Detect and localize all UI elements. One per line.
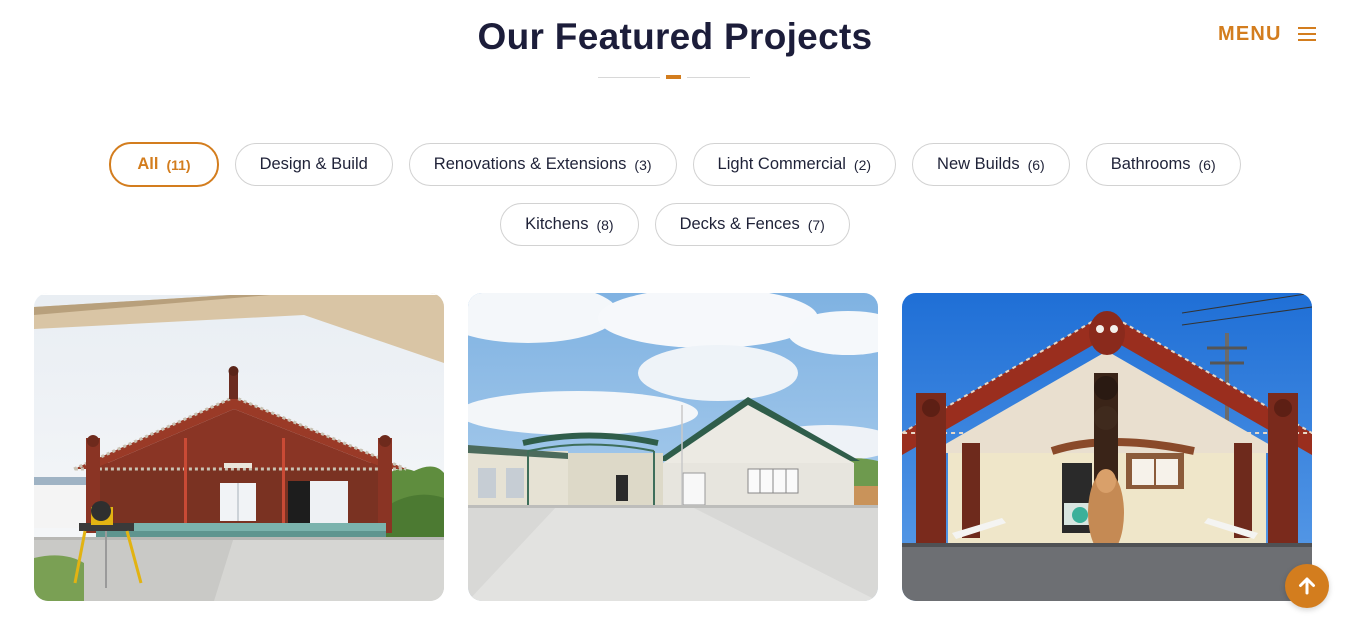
filter-count: (3) (634, 156, 652, 173)
filter-label: Kitchens (525, 215, 589, 233)
carved-marae-entrance-photo (902, 293, 1312, 601)
filter-count: (2) (853, 156, 872, 173)
project-card[interactable] (902, 293, 1312, 601)
filter-count: (6) (1198, 156, 1216, 173)
filter-label: Decks & Fences (679, 215, 800, 233)
project-card[interactable] (468, 293, 878, 601)
arrow-up-icon (1299, 577, 1315, 595)
filter-decks-fences[interactable]: Decks & Fences (7) (654, 203, 850, 246)
section-title: Our Featured Projects (477, 16, 873, 57)
white-community-building-photo (468, 293, 878, 601)
project-grid (34, 293, 1312, 601)
filter-label: Design & Build (259, 155, 368, 173)
wharenui-under-construction-photo (34, 293, 444, 601)
filter-count: (8) (596, 216, 614, 233)
divider-line-right (687, 77, 750, 78)
filter-bathrooms[interactable]: Bathrooms (6) (1085, 143, 1241, 186)
filter-label: Bathrooms (1110, 155, 1191, 173)
filter-row-1: All (11) Design & Build Renovations & Ex… (0, 142, 1350, 187)
filter-count: (6) (1027, 156, 1045, 173)
filter-renovations-extensions[interactable]: Renovations & Extensions (3) (408, 143, 677, 186)
featured-projects-section: Our Featured Projects MENU All (11) Desi… (0, 0, 1350, 624)
menu-button[interactable]: MENU (1218, 22, 1316, 46)
title-divider (598, 74, 750, 80)
project-filters: All (11) Design & Build Renovations & Ex… (0, 142, 1350, 246)
filter-row-2: Kitchens (8) Decks & Fences (7) (0, 203, 1350, 246)
filter-label: Light Commercial (717, 155, 846, 173)
hamburger-icon (1297, 27, 1316, 41)
filter-design-build[interactable]: Design & Build (234, 143, 393, 186)
filter-label: New Builds (937, 155, 1020, 173)
filter-light-commercial[interactable]: Light Commercial (2) (692, 143, 897, 186)
filter-new-builds[interactable]: New Builds (6) (912, 143, 1070, 186)
filter-count: (11) (166, 156, 191, 173)
filter-label: All (137, 155, 159, 173)
back-to-top-button[interactable] (1285, 564, 1329, 608)
menu-label: MENU (1218, 22, 1282, 45)
divider-accent (666, 75, 681, 79)
project-card[interactable] (34, 293, 444, 601)
filter-all[interactable]: All (11) (109, 142, 219, 187)
filter-count: (7) (807, 216, 825, 233)
divider-line-left (598, 77, 660, 78)
filter-label: Renovations & Extensions (433, 155, 627, 173)
filter-kitchens[interactable]: Kitchens (8) (500, 203, 639, 246)
